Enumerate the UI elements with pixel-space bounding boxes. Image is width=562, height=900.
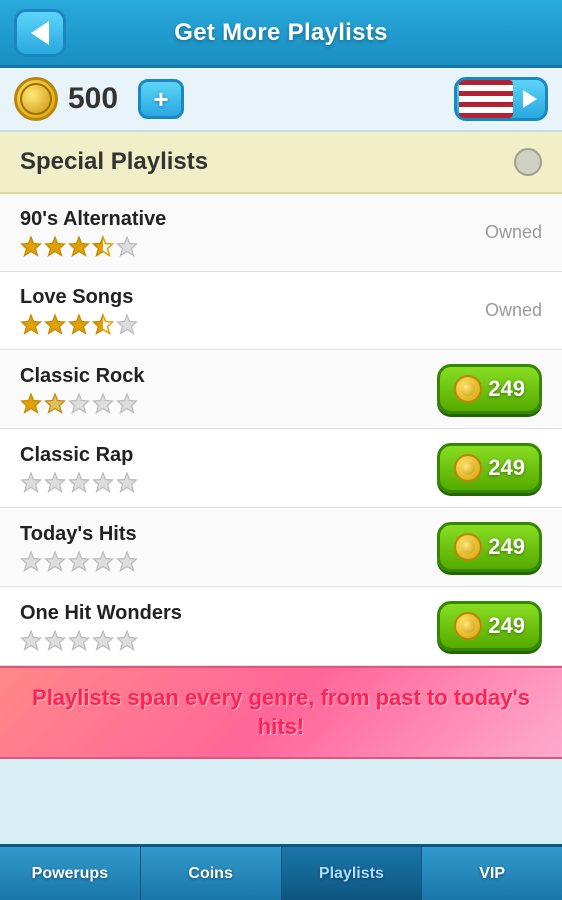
playlist-info: Today's Hits — [20, 523, 138, 572]
playlist-info: 90's Alternative — [20, 208, 166, 257]
buy-button[interactable]: 249 — [437, 364, 542, 414]
star-empty — [44, 629, 66, 651]
playlist-info: Classic Rock — [20, 365, 145, 414]
star-outline — [44, 392, 66, 414]
playlist-info: One Hit Wonders — [20, 602, 182, 651]
nav-item-playlists[interactable]: Playlists — [282, 847, 423, 900]
nav-item-coins[interactable]: Coins — [141, 847, 282, 900]
star-half — [92, 313, 114, 335]
list-item[interactable]: Today's Hits 249 — [0, 508, 562, 587]
star-filled — [20, 313, 42, 335]
buy-coin-icon — [454, 612, 482, 640]
star-empty — [68, 392, 90, 414]
buy-coin-icon — [454, 454, 482, 482]
section-header: Special Playlists — [0, 132, 562, 194]
buy-button[interactable]: 249 — [437, 601, 542, 651]
buy-button[interactable]: 249 — [437, 522, 542, 572]
list-item[interactable]: One Hit Wonders 249 — [0, 587, 562, 666]
star-empty — [44, 471, 66, 493]
star-half — [92, 235, 114, 257]
nav-label: Coins — [188, 865, 232, 883]
star-empty — [92, 471, 114, 493]
promo-text: Playlists span every genre, from past to… — [20, 684, 542, 741]
star-rating — [20, 550, 138, 572]
play-triangle-icon — [523, 90, 537, 108]
playlist-name: Classic Rap — [20, 444, 138, 467]
star-empty — [20, 629, 42, 651]
flag-button[interactable] — [454, 77, 548, 121]
add-coins-button[interactable]: + — [138, 79, 184, 119]
star-filled — [20, 235, 42, 257]
coin-amount: 500 — [68, 82, 128, 116]
star-empty — [116, 235, 138, 257]
star-filled — [68, 313, 90, 335]
buy-coin-icon — [454, 375, 482, 403]
info-icon[interactable] — [514, 148, 542, 176]
buy-price: 249 — [488, 455, 525, 481]
playlist-name: Love Songs — [20, 286, 138, 309]
star-empty — [116, 471, 138, 493]
star-empty — [20, 471, 42, 493]
star-empty — [116, 550, 138, 572]
nav-label: Playlists — [319, 865, 384, 883]
star-rating — [20, 629, 182, 651]
playlist-name: 90's Alternative — [20, 208, 166, 231]
nav-label: Powerups — [32, 865, 108, 883]
playlist-name: Classic Rock — [20, 365, 145, 388]
star-empty — [44, 550, 66, 572]
section-title: Special Playlists — [20, 148, 208, 176]
star-empty — [68, 550, 90, 572]
star-rating — [20, 392, 145, 414]
playlist-list: 90's Alternative Owned Love Songs Owned Clas… — [0, 194, 562, 666]
back-button[interactable] — [14, 9, 66, 57]
owned-badge: Owned — [485, 300, 542, 321]
flag-play-button[interactable] — [515, 77, 545, 121]
playlist-info: Classic Rap — [20, 444, 138, 493]
star-empty — [116, 313, 138, 335]
owned-badge: Owned — [485, 222, 542, 243]
star-filled — [44, 313, 66, 335]
star-rating — [20, 471, 138, 493]
nav-item-powerups[interactable]: Powerups — [0, 847, 141, 900]
back-arrow-icon — [31, 21, 49, 45]
playlist-name: One Hit Wonders — [20, 602, 182, 625]
main-content: Special Playlists 90's AlternativeOwnedL… — [0, 132, 562, 844]
promo-banner: Playlists span every genre, from past to… — [0, 666, 562, 759]
list-item[interactable]: Classic Rap 249 — [0, 429, 562, 508]
bottom-nav: Powerups Coins Playlists VIP — [0, 844, 562, 900]
star-empty — [116, 629, 138, 651]
star-empty — [116, 392, 138, 414]
star-filled — [68, 235, 90, 257]
list-item[interactable]: Classic Rock 249 — [0, 350, 562, 429]
us-flag-icon — [459, 80, 513, 118]
star-empty — [68, 629, 90, 651]
playlist-name: Today's Hits — [20, 523, 138, 546]
buy-coin-icon — [454, 533, 482, 561]
coin-icon — [14, 77, 58, 121]
list-item[interactable]: Love Songs Owned — [0, 272, 562, 350]
star-empty — [68, 471, 90, 493]
currency-bar: 500 + — [0, 68, 562, 132]
buy-price: 249 — [488, 376, 525, 402]
star-empty — [92, 629, 114, 651]
star-filled — [44, 235, 66, 257]
star-empty — [92, 550, 114, 572]
buy-price: 249 — [488, 534, 525, 560]
buy-button[interactable]: 249 — [437, 443, 542, 493]
star-empty — [92, 392, 114, 414]
star-rating — [20, 313, 138, 335]
buy-price: 249 — [488, 613, 525, 639]
header: Get More Playlists — [0, 0, 562, 68]
star-filled — [20, 392, 42, 414]
page-title: Get More Playlists — [66, 19, 496, 47]
nav-label: VIP — [479, 865, 505, 883]
playlist-info: Love Songs — [20, 286, 138, 335]
list-item[interactable]: 90's Alternative Owned — [0, 194, 562, 272]
nav-item-vip[interactable]: VIP — [422, 847, 562, 900]
star-rating — [20, 235, 166, 257]
star-empty — [20, 550, 42, 572]
